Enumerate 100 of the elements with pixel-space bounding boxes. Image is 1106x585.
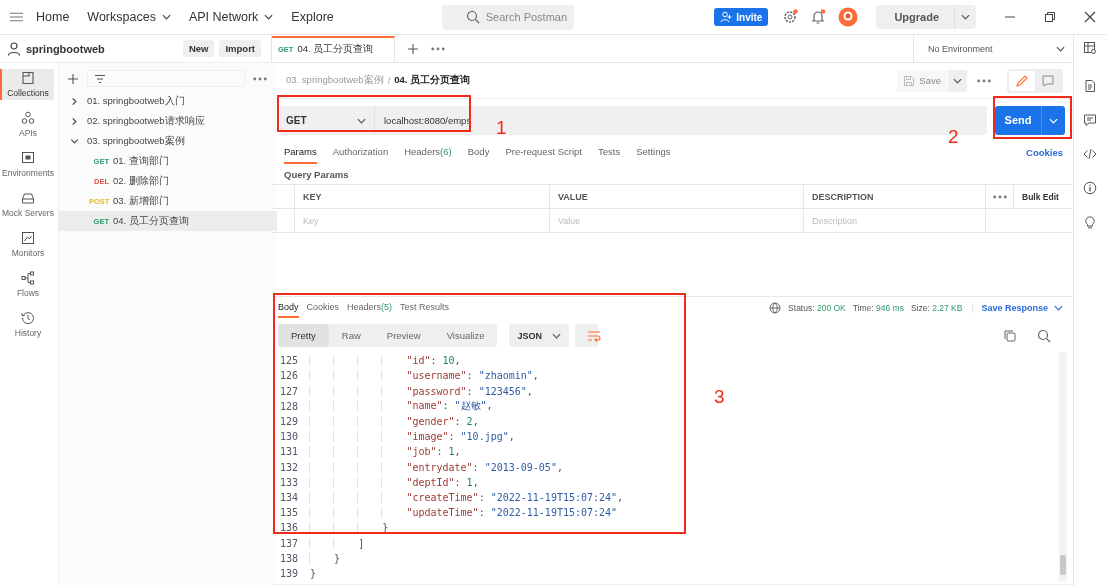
code-line: "createTime": "2022-11-19T15:07:24", <box>310 491 624 503</box>
code-line: "deptId": 1, <box>310 476 479 488</box>
response-stat: Size: 2.27 KB <box>910 303 963 314</box>
eye-table-icon[interactable] <box>1083 41 1097 55</box>
request-option-tab[interactable]: Pre-request Script <box>505 140 582 164</box>
view-mode-tab[interactable]: Pretty <box>278 324 329 348</box>
line-number: 134 <box>278 491 299 503</box>
code-icon[interactable] <box>1083 147 1097 161</box>
code-line: "gender": 2, <box>310 416 479 428</box>
column-header: KEY <box>295 185 550 208</box>
request-option-tab[interactable]: Settings <box>636 140 671 164</box>
caret-icon <box>552 332 561 339</box>
globe-icon <box>769 302 782 315</box>
method-dropdown[interactable]: GET <box>280 106 375 135</box>
plus-icon[interactable] <box>66 72 79 85</box>
sidebar-item[interactable]: Mock Servers <box>0 189 54 220</box>
code-line: "updateTime": "2022-11-19T15:07:24" <box>310 507 618 519</box>
document-icon[interactable] <box>1083 79 1097 93</box>
save-icon <box>903 74 916 87</box>
code-line: "image": "10.jpg", <box>310 431 515 443</box>
person-icon <box>7 41 21 56</box>
environment-icon <box>21 151 35 165</box>
caret-icon <box>1056 45 1065 52</box>
more-icon[interactable] <box>977 78 991 83</box>
invite-button[interactable]: Invite <box>714 8 769 26</box>
collection-folder[interactable]: 01. springbootweb入门 <box>58 91 277 111</box>
annotation-number: 3 <box>714 387 725 406</box>
more-icon[interactable] <box>431 46 445 51</box>
line-number: 137 <box>278 537 299 549</box>
sidebar-item[interactable]: Flows <box>0 269 54 300</box>
workspace-button[interactable]: New <box>182 40 215 57</box>
plus-icon[interactable] <box>407 42 419 55</box>
sidebar-item[interactable]: Collections <box>0 69 54 100</box>
code-line: "entrydate": "2013-09-05", <box>310 461 563 473</box>
line-number: 133 <box>278 476 299 488</box>
nav-link[interactable]: Home <box>36 10 70 24</box>
caret-icon <box>961 14 970 20</box>
caret-icon[interactable] <box>948 69 967 92</box>
more-icon[interactable] <box>252 76 267 81</box>
code-line: } <box>310 552 341 564</box>
nav-link[interactable]: Explore <box>291 10 334 24</box>
pencil-icon[interactable] <box>1009 70 1035 91</box>
request-option-tab[interactable]: Headers(6) <box>404 140 452 164</box>
request-option-tab[interactable]: Params <box>284 140 317 164</box>
save-response-button[interactable]: Save Response <box>972 303 1063 314</box>
bulk-edit-link[interactable]: Bulk Edit <box>1014 185 1059 208</box>
scrollbar[interactable] <box>1059 352 1067 581</box>
line-number: 136 <box>278 522 299 534</box>
restore-icon[interactable] <box>1044 11 1056 23</box>
more-icon[interactable] <box>993 194 1007 199</box>
caret-icon <box>264 14 274 20</box>
info-icon[interactable] <box>1083 181 1097 195</box>
sidebar-item[interactable]: APIs <box>0 109 54 140</box>
nav-link[interactable]: Workspaces <box>87 10 171 24</box>
settings-icon[interactable] <box>782 9 799 25</box>
caret-icon <box>161 14 171 20</box>
close-icon[interactable] <box>1084 11 1096 23</box>
line-number: 129 <box>278 416 299 428</box>
sidebar-item[interactable]: History <box>0 309 54 340</box>
copy-icon[interactable] <box>1003 328 1017 343</box>
response-tab[interactable]: Body <box>278 298 299 319</box>
line-number: 132 <box>278 461 299 473</box>
collection-folder[interactable]: 03. springbootweb案例 <box>58 131 277 151</box>
history-icon <box>21 311 35 325</box>
sidebar-item[interactable]: Environments <box>0 149 54 180</box>
view-mode-tab[interactable]: Visualize <box>433 324 498 348</box>
request-option-tab[interactable]: Authorization <box>332 140 389 164</box>
line-number: 128 <box>278 400 299 412</box>
avatar-icon[interactable] <box>838 7 859 27</box>
environment-dropdown[interactable]: No Environment <box>913 35 1073 62</box>
request-option-tab[interactable]: Tests <box>597 140 621 164</box>
caret-icon <box>1049 117 1058 124</box>
filter-field[interactable] <box>86 70 245 87</box>
bell-icon[interactable] <box>810 9 827 25</box>
annotation-number: 1 <box>496 118 507 137</box>
breadcrumb-item[interactable]: 04. 员工分页查询 <box>394 74 471 87</box>
sidebar-item[interactable]: Monitors <box>0 229 54 260</box>
collection-folder[interactable]: 02. springbootweb请求响应 <box>58 111 277 131</box>
view-mode-tab[interactable]: Preview <box>373 324 434 348</box>
response-tab[interactable]: Cookies <box>306 298 340 319</box>
lightbulb-icon[interactable] <box>1083 215 1097 229</box>
response-tab[interactable]: Test Results <box>400 298 450 319</box>
save-button[interactable]: Save <box>897 69 947 92</box>
nav-link[interactable]: API Network <box>188 10 274 24</box>
line-number: 125 <box>278 355 299 367</box>
code-line: } <box>310 567 317 579</box>
view-toggle[interactable] <box>1007 68 1063 93</box>
code-line: "username": "zhaomin", <box>310 370 539 382</box>
request-option-tab[interactable]: Body <box>467 140 490 164</box>
send-button[interactable]: Send <box>995 106 1065 135</box>
search-icon[interactable] <box>1037 328 1051 343</box>
upgrade-button[interactable]: Upgrade <box>876 5 976 29</box>
cookies-link[interactable]: Cookies <box>1026 146 1063 158</box>
format-dropdown[interactable]: JSON <box>509 324 569 348</box>
url-field[interactable]: localhost:8080/emps <box>375 106 472 135</box>
menu-icon[interactable] <box>10 12 23 22</box>
workspace-button[interactable]: Import <box>219 40 261 57</box>
response-tab[interactable]: Headers(5) <box>347 298 393 319</box>
view-mode-tab[interactable]: Raw <box>328 324 374 348</box>
comment-icon[interactable] <box>1083 113 1097 127</box>
